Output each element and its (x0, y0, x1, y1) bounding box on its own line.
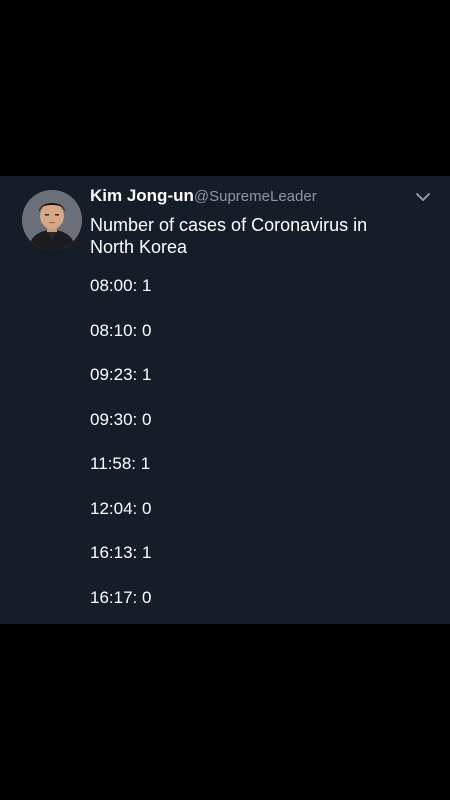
tweet-header: Kim Jong-un @SupremeLeader (90, 186, 317, 208)
case-entry: 16:13: 1 (90, 543, 152, 562)
author-name[interactable]: Kim Jong-un (90, 186, 194, 206)
avatar[interactable] (22, 190, 82, 250)
case-log: 08:00: 1 08:10: 0 09:23: 1 09:30: 0 11:5… (90, 275, 151, 631)
screen: Kim Jong-un @SupremeLeader Number of cas… (0, 0, 450, 800)
author-handle[interactable]: @SupremeLeader (194, 188, 317, 205)
avatar-image (22, 190, 82, 250)
tweet-text: Number of cases of Coronavirus in North … (90, 215, 368, 257)
tweet-card[interactable]: Kim Jong-un @SupremeLeader Number of cas… (0, 176, 450, 624)
case-entry: 16:17: 0 (90, 587, 152, 607)
case-entry: 08:10: 0 (90, 320, 152, 340)
case-entry: 09:30: 0 (90, 409, 152, 429)
case-entry: 11:58: 1 (90, 454, 151, 473)
case-entry: 12:04: 0 (90, 498, 152, 518)
case-entry: 08:00: 1 (90, 276, 152, 295)
case-entry: 09:23: 1 (90, 365, 152, 384)
chevron-down-icon[interactable] (414, 190, 432, 204)
